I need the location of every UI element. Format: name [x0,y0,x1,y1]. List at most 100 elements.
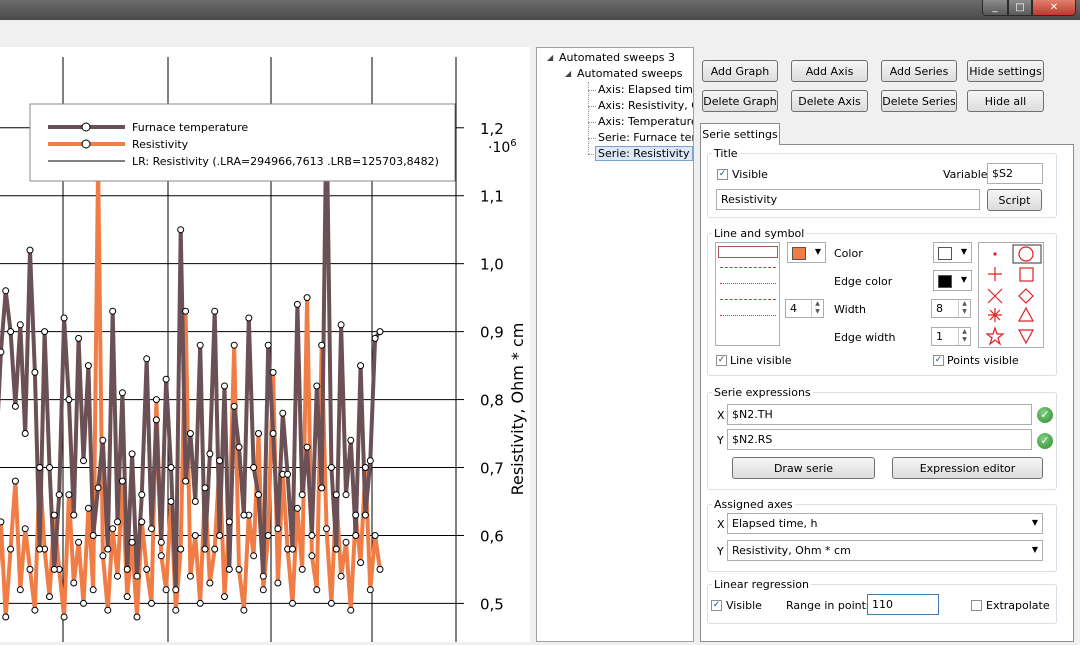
expression-editor-button[interactable]: Expression editor [892,457,1043,479]
line-style-list[interactable] [715,242,780,346]
serie-expressions-label: Serie expressions [712,386,813,399]
chevron-down-icon: ▼ [814,247,821,256]
add-axis-button[interactable]: Add Axis [791,60,868,82]
data-point [11,402,19,410]
data-point [0,518,5,526]
y-axis-multiplier: ·106 [488,138,517,156]
legend-item-resistivity: Resistivity [132,138,189,151]
chart-series [0,103,384,621]
data-point [152,416,160,424]
data-point [99,552,107,560]
regression-visible-checkbox[interactable]: ✓ [711,600,722,611]
tree-item-serie-resistivity[interactable]: Serie: Resistivity [595,146,693,161]
data-point [177,545,185,553]
delete-axis-button[interactable]: Delete Axis [791,90,868,112]
data-point [357,362,365,370]
data-point [191,498,199,505]
tab-serie-settings[interactable]: Serie settings [700,123,780,145]
y-axis-select[interactable]: Resistivity, Ohm * cm ▼ [727,540,1043,561]
data-point [357,559,365,567]
points-visible-checkbox[interactable]: ✓ [933,355,944,366]
chart-pane[interactable]: 1,2 1,1 1,0 0,9 0,8 0,7 0,6 0,5 ·106 Resistivit… [0,47,530,642]
tree-item-axis-temperature[interactable]: Axis: Temperature, °C [598,115,693,128]
data-point [259,572,267,580]
data-point [36,545,44,553]
data-point [182,477,190,485]
dot-symbol-icon [993,252,997,256]
y-tick-label: 0,6 [480,527,504,545]
title-visible-checkbox[interactable]: ✓ [717,169,728,180]
edge-width-spinner[interactable]: 1 ▲ ▼ [931,327,971,346]
tree-item-serie-furnace[interactable]: Serie: Furnace temperature [598,131,693,144]
tree-pane[interactable]: ◢ Automated sweeps 3 ◢ Automated sweeps … [536,47,694,642]
data-point [230,402,238,410]
data-point [235,443,243,451]
data-point [211,545,219,553]
symbol-picker[interactable] [978,242,1044,348]
script-button[interactable]: Script [987,189,1042,211]
line-color-picker[interactable]: ▼ [787,242,826,263]
data-point [303,294,311,302]
star-symbol-icon [985,326,1005,346]
width-spinner[interactable]: 8 ▲ ▼ [931,299,971,318]
collapse-icon[interactable]: ◢ [547,53,553,62]
maximize-button[interactable]: □ [1008,0,1032,16]
range-in-points-input[interactable]: 110 [867,594,939,615]
data-point [177,226,185,234]
line-visible-checkbox[interactable]: ✓ [716,355,727,366]
data-point [7,545,15,553]
data-point [118,477,126,485]
symbol-color-picker[interactable]: ▼ [933,242,972,263]
x-axis-select[interactable]: Elapsed time, h ▼ [727,513,1043,534]
line-width-spinner[interactable]: 4 ▲ ▼ [785,299,824,318]
tree-item-axis-resistivity[interactable]: Axis: Resistivity, Ohm * cm [598,99,693,112]
data-point [36,464,44,471]
data-point [7,328,15,336]
tree-item-root[interactable]: Automated sweeps 3 [559,51,675,64]
add-series-button[interactable]: Add Series [881,60,957,82]
data-point [157,538,165,546]
minimize-button[interactable]: _ [982,0,1008,16]
hide-settings-button[interactable]: Hide settings [967,60,1044,82]
data-point [255,430,262,437]
variable-input[interactable]: $S2 [987,163,1043,184]
title-input[interactable]: Resistivity [716,189,980,210]
hide-all-button[interactable]: Hide all [967,90,1044,112]
assigned-axes-label: Assigned axes [712,498,795,511]
delete-series-button[interactable]: Delete Series [881,90,957,112]
data-point [2,287,10,295]
y-tick-label: 1,1 [480,188,504,206]
draw-serie-button[interactable]: Draw serie [732,457,875,479]
data-point [133,572,141,580]
delete-graph-button[interactable]: Delete Graph [702,90,778,112]
tree-item-sweeps[interactable]: Automated sweeps [577,67,683,80]
triangle-up-symbol-icon [1017,306,1035,322]
data-point [235,565,243,573]
collapse-icon[interactable]: ◢ [565,69,571,78]
line-color-swatch [792,247,806,260]
add-graph-button[interactable]: Add Graph [702,60,778,82]
data-point [264,341,272,349]
line-visible-label: Line visible [730,354,792,367]
x-expression-input[interactable]: $N2.TH [727,404,1032,425]
data-point [60,314,68,322]
data-point [230,341,238,349]
close-button[interactable]: ✕ [1032,0,1076,16]
data-point [26,246,34,254]
data-point [211,307,219,315]
data-point [84,362,92,370]
data-point [361,511,369,519]
data-point [2,613,10,621]
linear-regression-label: Linear regression [712,578,811,591]
data-point [99,436,107,444]
data-point [50,511,58,519]
tree-item-axis-time[interactable]: Axis: Elapsed time, h [598,83,693,96]
extrapolate-checkbox[interactable] [971,600,982,611]
data-point [293,300,301,308]
edge-color-picker[interactable]: ▼ [933,270,972,291]
y-expression-input[interactable]: $N2.RS [727,429,1032,450]
data-point [80,457,87,465]
range-in-points-label: Range in points [786,599,872,612]
data-point [94,484,102,492]
data-point [109,525,117,533]
